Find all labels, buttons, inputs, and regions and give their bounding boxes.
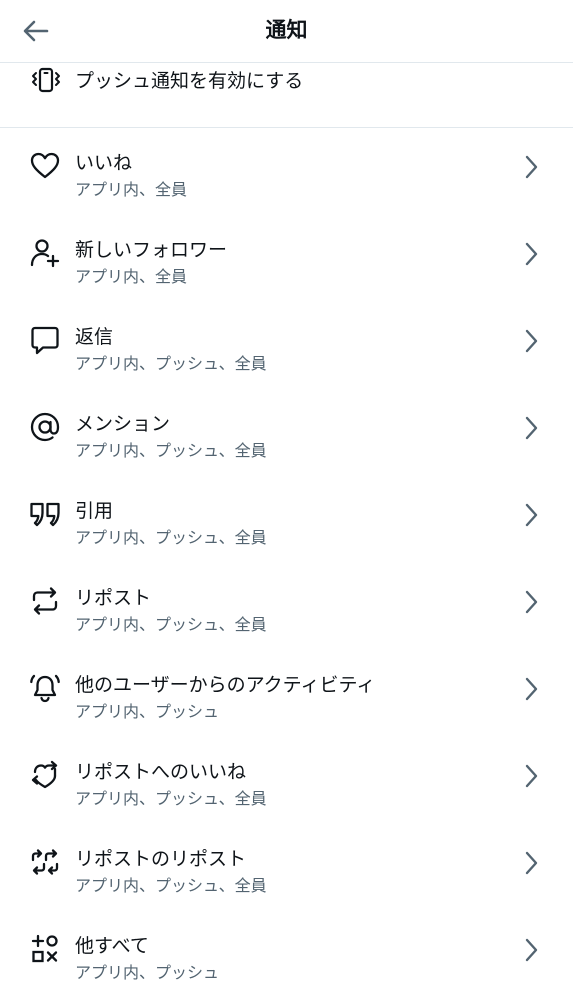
speech-bubble-icon [29,324,61,356]
setting-subtitle: アプリ内、プッシュ、全員 [75,441,267,460]
setting-row-repost-likes[interactable]: リポストへのいいね アプリ内、プッシュ、全員 [0,737,573,824]
chevron-right-icon [521,501,541,529]
chevron-right-icon [521,675,541,703]
setting-row-activity[interactable]: 他のユーザーからのアクティビティ アプリ内、プッシュ [0,650,573,737]
setting-title: 他すべて [75,935,149,957]
setting-title: 引用 [75,500,114,522]
setting-subtitle: アプリ内、プッシュ、全員 [75,789,267,808]
setting-title: 返信 [75,326,114,348]
setting-subtitle: アプリ内、プッシュ [75,702,220,721]
setting-row-reposts[interactable]: リポスト アプリ内、プッシュ、全員 [0,563,573,650]
setting-title: 他のユーザーからのアクティビティ [75,674,376,696]
setting-row-replies[interactable]: 返信 アプリ内、プッシュ、全員 [0,302,573,389]
setting-row-all-other[interactable]: 他すべて アプリ内、プッシュ [0,911,573,998]
setting-title: いいね [75,152,133,174]
chevron-right-icon [521,240,541,268]
at-sign-icon [29,411,61,443]
grid-plus-icon [29,933,61,965]
repost-of-repost-icon [29,846,61,878]
setting-subtitle: アプリ内、プッシュ、全員 [75,354,267,373]
repost-icon [29,585,61,617]
quote-icon [29,498,61,530]
person-add-icon [29,237,61,269]
phone-vibrate-icon [30,65,62,97]
setting-row-mentions[interactable]: メンション アプリ内、プッシュ、全員 [0,389,573,476]
setting-subtitle: アプリ内、プッシュ、全員 [75,615,267,634]
chevron-right-icon [521,762,541,790]
setting-subtitle: アプリ内、プッシュ [75,963,220,982]
notification-settings-list: いいね アプリ内、全員 新しいフォロワー アプリ内、全員 返信 アプリ内、プッシ… [0,128,573,998]
bell-ring-icon [29,672,61,704]
setting-subtitle: アプリ内、全員 [75,267,188,286]
chevron-right-icon [521,588,541,616]
setting-title: リポストのリポスト [75,848,247,870]
chevron-right-icon [521,327,541,355]
setting-title: 新しいフォロワー [75,239,228,261]
setting-subtitle: アプリ内、全員 [75,180,188,199]
push-notifications-label: プッシュ通知を有効にする [75,70,304,92]
chevron-right-icon [521,936,541,964]
header: 通知 [0,0,573,62]
setting-title: リポストへのいいね [75,761,247,783]
chevron-right-icon [521,414,541,442]
page-title: 通知 [265,18,308,42]
heart-repost-icon [29,759,61,791]
heart-icon [29,150,61,182]
setting-row-reposts-of-reposts[interactable]: リポストのリポスト アプリ内、プッシュ、全員 [0,824,573,911]
setting-title: メンション [75,413,171,435]
setting-subtitle: アプリ内、プッシュ、全員 [75,528,267,547]
setting-row-likes[interactable]: いいね アプリ内、全員 [0,128,573,215]
setting-title: リポスト [75,587,152,609]
setting-row-new-followers[interactable]: 新しいフォロワー アプリ内、全員 [0,215,573,302]
chevron-right-icon [521,849,541,877]
setting-subtitle: アプリ内、プッシュ、全員 [75,876,267,895]
push-notifications-row[interactable]: プッシュ通知を有効にする [0,62,573,128]
chevron-right-icon [521,153,541,181]
setting-row-quotes[interactable]: 引用 アプリ内、プッシュ、全員 [0,476,573,563]
